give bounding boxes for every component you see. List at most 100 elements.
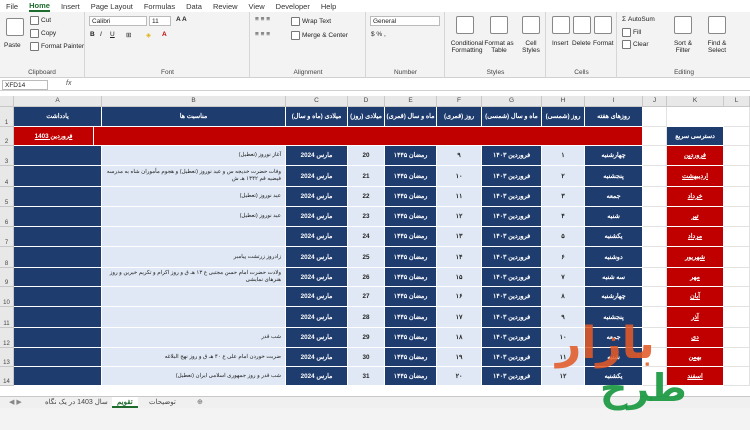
quick-link-month[interactable]: اردیبهشت bbox=[667, 166, 724, 187]
menu-developer[interactable]: Developer bbox=[276, 2, 310, 11]
notes-cell[interactable] bbox=[14, 227, 102, 247]
tab-notes[interactable]: توضیحات bbox=[144, 397, 181, 408]
quick-link-month[interactable]: آبان bbox=[667, 287, 724, 307]
format-painter-button[interactable]: Format Painter bbox=[30, 42, 84, 51]
align-top-icon[interactable]: ≡ ≡ ≡ bbox=[255, 16, 270, 23]
bold-icon[interactable]: B bbox=[90, 31, 95, 38]
occasion-cell[interactable]: ولادت حضرت امام حسن مجتبی ع ۱۳ هـ ق و رو… bbox=[102, 268, 286, 287]
menu-file[interactable]: File bbox=[6, 2, 18, 11]
menu-formulas[interactable]: Formulas bbox=[144, 2, 175, 11]
copy-button[interactable]: Copy bbox=[30, 29, 56, 38]
row-header-11[interactable]: 11 bbox=[0, 307, 14, 328]
column-header-f[interactable]: F bbox=[437, 96, 482, 107]
select-all-corner[interactable] bbox=[0, 96, 14, 107]
occasion-cell[interactable]: ضربت خوردن امام علی ع ۴۰ هـ ق و روز نهج … bbox=[102, 348, 286, 367]
menu-view[interactable]: View bbox=[249, 2, 265, 11]
empty-cell[interactable] bbox=[643, 247, 667, 268]
notes-cell[interactable] bbox=[14, 268, 102, 287]
quick-link-month[interactable]: خرداد bbox=[667, 187, 724, 207]
fill-color-icon[interactable]: ◈ bbox=[146, 31, 151, 39]
empty-cell[interactable] bbox=[643, 187, 667, 207]
empty-cell[interactable] bbox=[724, 146, 750, 166]
row-header-14[interactable]: 14 bbox=[0, 367, 14, 386]
quick-link-month[interactable]: دی bbox=[667, 328, 724, 348]
notes-cell[interactable] bbox=[14, 287, 102, 307]
insert-cells-icon[interactable] bbox=[552, 16, 570, 34]
quick-link-month[interactable]: مرداد bbox=[667, 227, 724, 247]
cut-button[interactable]: Cut bbox=[30, 16, 51, 25]
autosum-button[interactable]: Σ AutoSum bbox=[622, 16, 655, 23]
column-header-d[interactable]: D bbox=[348, 96, 385, 107]
empty-cell[interactable] bbox=[724, 268, 750, 287]
delete-cells-icon[interactable] bbox=[573, 16, 591, 34]
row-header-4[interactable]: 4 bbox=[0, 166, 14, 187]
conditional-formatting-button[interactable]: Conditional Formatting bbox=[450, 40, 484, 54]
empty-cell[interactable] bbox=[724, 307, 750, 328]
occasion-cell[interactable]: آغاز نوروز (تعطیل) bbox=[102, 146, 286, 166]
paste-icon[interactable] bbox=[6, 18, 24, 36]
occasion-cell[interactable]: عید نوروز (تعطیل) bbox=[102, 187, 286, 207]
sort-filter-icon[interactable] bbox=[674, 16, 692, 34]
column-header-i[interactable]: I bbox=[585, 96, 643, 107]
currency-icon[interactable]: $ % , bbox=[371, 31, 386, 38]
empty-cell[interactable] bbox=[643, 146, 667, 166]
tab-prev-icon[interactable]: ◀ ▶ bbox=[4, 397, 27, 408]
occasion-cell[interactable]: شب قدر و روز جمهوری اسلامی ایران (تعطیل) bbox=[102, 367, 286, 386]
notes-cell[interactable] bbox=[14, 348, 102, 367]
notes-cell[interactable] bbox=[14, 146, 102, 166]
paste-button[interactable]: Paste bbox=[4, 42, 21, 49]
empty-cell[interactable] bbox=[643, 127, 667, 146]
fx-icon[interactable]: fx bbox=[66, 80, 71, 87]
row-header-12[interactable]: 12 bbox=[0, 328, 14, 348]
notes-cell[interactable] bbox=[14, 207, 102, 227]
column-header-b[interactable]: B bbox=[102, 96, 286, 107]
quick-link-month[interactable]: مهر bbox=[667, 268, 724, 287]
empty-cell[interactable] bbox=[643, 227, 667, 247]
align-left-icon[interactable]: ≡ ≡ ≡ bbox=[255, 31, 270, 38]
occasion-cell[interactable]: وفات حضرت خدیجه س و عید نوروز (تعطیل) و … bbox=[102, 166, 286, 187]
insert-button[interactable]: Insert bbox=[552, 40, 568, 47]
row-header-6[interactable]: 6 bbox=[0, 207, 14, 227]
column-header-j[interactable]: J bbox=[643, 96, 667, 107]
notes-cell[interactable] bbox=[14, 166, 102, 187]
format-button[interactable]: Format bbox=[593, 40, 614, 47]
underline-icon[interactable]: U bbox=[110, 31, 115, 38]
occasion-cell[interactable] bbox=[102, 287, 286, 307]
notes-cell[interactable] bbox=[14, 187, 102, 207]
column-header-c[interactable]: C bbox=[286, 96, 348, 107]
cell-styles-button[interactable]: Cell Styles bbox=[518, 40, 544, 54]
empty-cell[interactable] bbox=[643, 166, 667, 187]
occasion-cell[interactable] bbox=[102, 227, 286, 247]
grow-font-icon[interactable]: A A bbox=[176, 16, 187, 23]
name-box[interactable]: XFD14 bbox=[2, 80, 48, 90]
empty-cell[interactable] bbox=[724, 187, 750, 207]
empty-cell[interactable] bbox=[724, 287, 750, 307]
find-select-icon[interactable] bbox=[708, 16, 726, 34]
format-cells-icon[interactable] bbox=[594, 16, 612, 34]
row-header-2[interactable]: 2 bbox=[0, 127, 14, 146]
font-color-icon[interactable]: A bbox=[162, 31, 167, 38]
menu-home[interactable]: Home bbox=[29, 1, 50, 12]
conditional-formatting-icon[interactable] bbox=[456, 16, 474, 34]
column-header-h[interactable]: H bbox=[542, 96, 585, 107]
menu-help[interactable]: Help bbox=[321, 2, 336, 11]
row-header-5[interactable]: 5 bbox=[0, 187, 14, 207]
number-format-select[interactable]: General bbox=[370, 16, 440, 26]
menu-data[interactable]: Data bbox=[186, 2, 202, 11]
quick-link-month[interactable]: آذر bbox=[667, 307, 724, 328]
empty-cell[interactable] bbox=[643, 207, 667, 227]
column-header-e[interactable]: E bbox=[385, 96, 437, 107]
column-header-g[interactable]: G bbox=[482, 96, 542, 107]
find-select-button[interactable]: Find & Select bbox=[702, 40, 732, 54]
empty-cell[interactable] bbox=[643, 107, 667, 127]
fill-button[interactable]: Fill bbox=[622, 28, 641, 37]
empty-cell[interactable] bbox=[724, 166, 750, 187]
empty-cell[interactable] bbox=[724, 367, 750, 386]
notes-cell[interactable] bbox=[14, 307, 102, 328]
row-header-10[interactable]: 10 bbox=[0, 287, 14, 307]
column-header-k[interactable]: K bbox=[667, 96, 724, 107]
column-header-a[interactable]: A bbox=[14, 96, 102, 107]
menu-review[interactable]: Review bbox=[213, 2, 238, 11]
italic-icon[interactable]: I bbox=[100, 31, 102, 38]
menu-page-layout[interactable]: Page Layout bbox=[91, 2, 133, 11]
